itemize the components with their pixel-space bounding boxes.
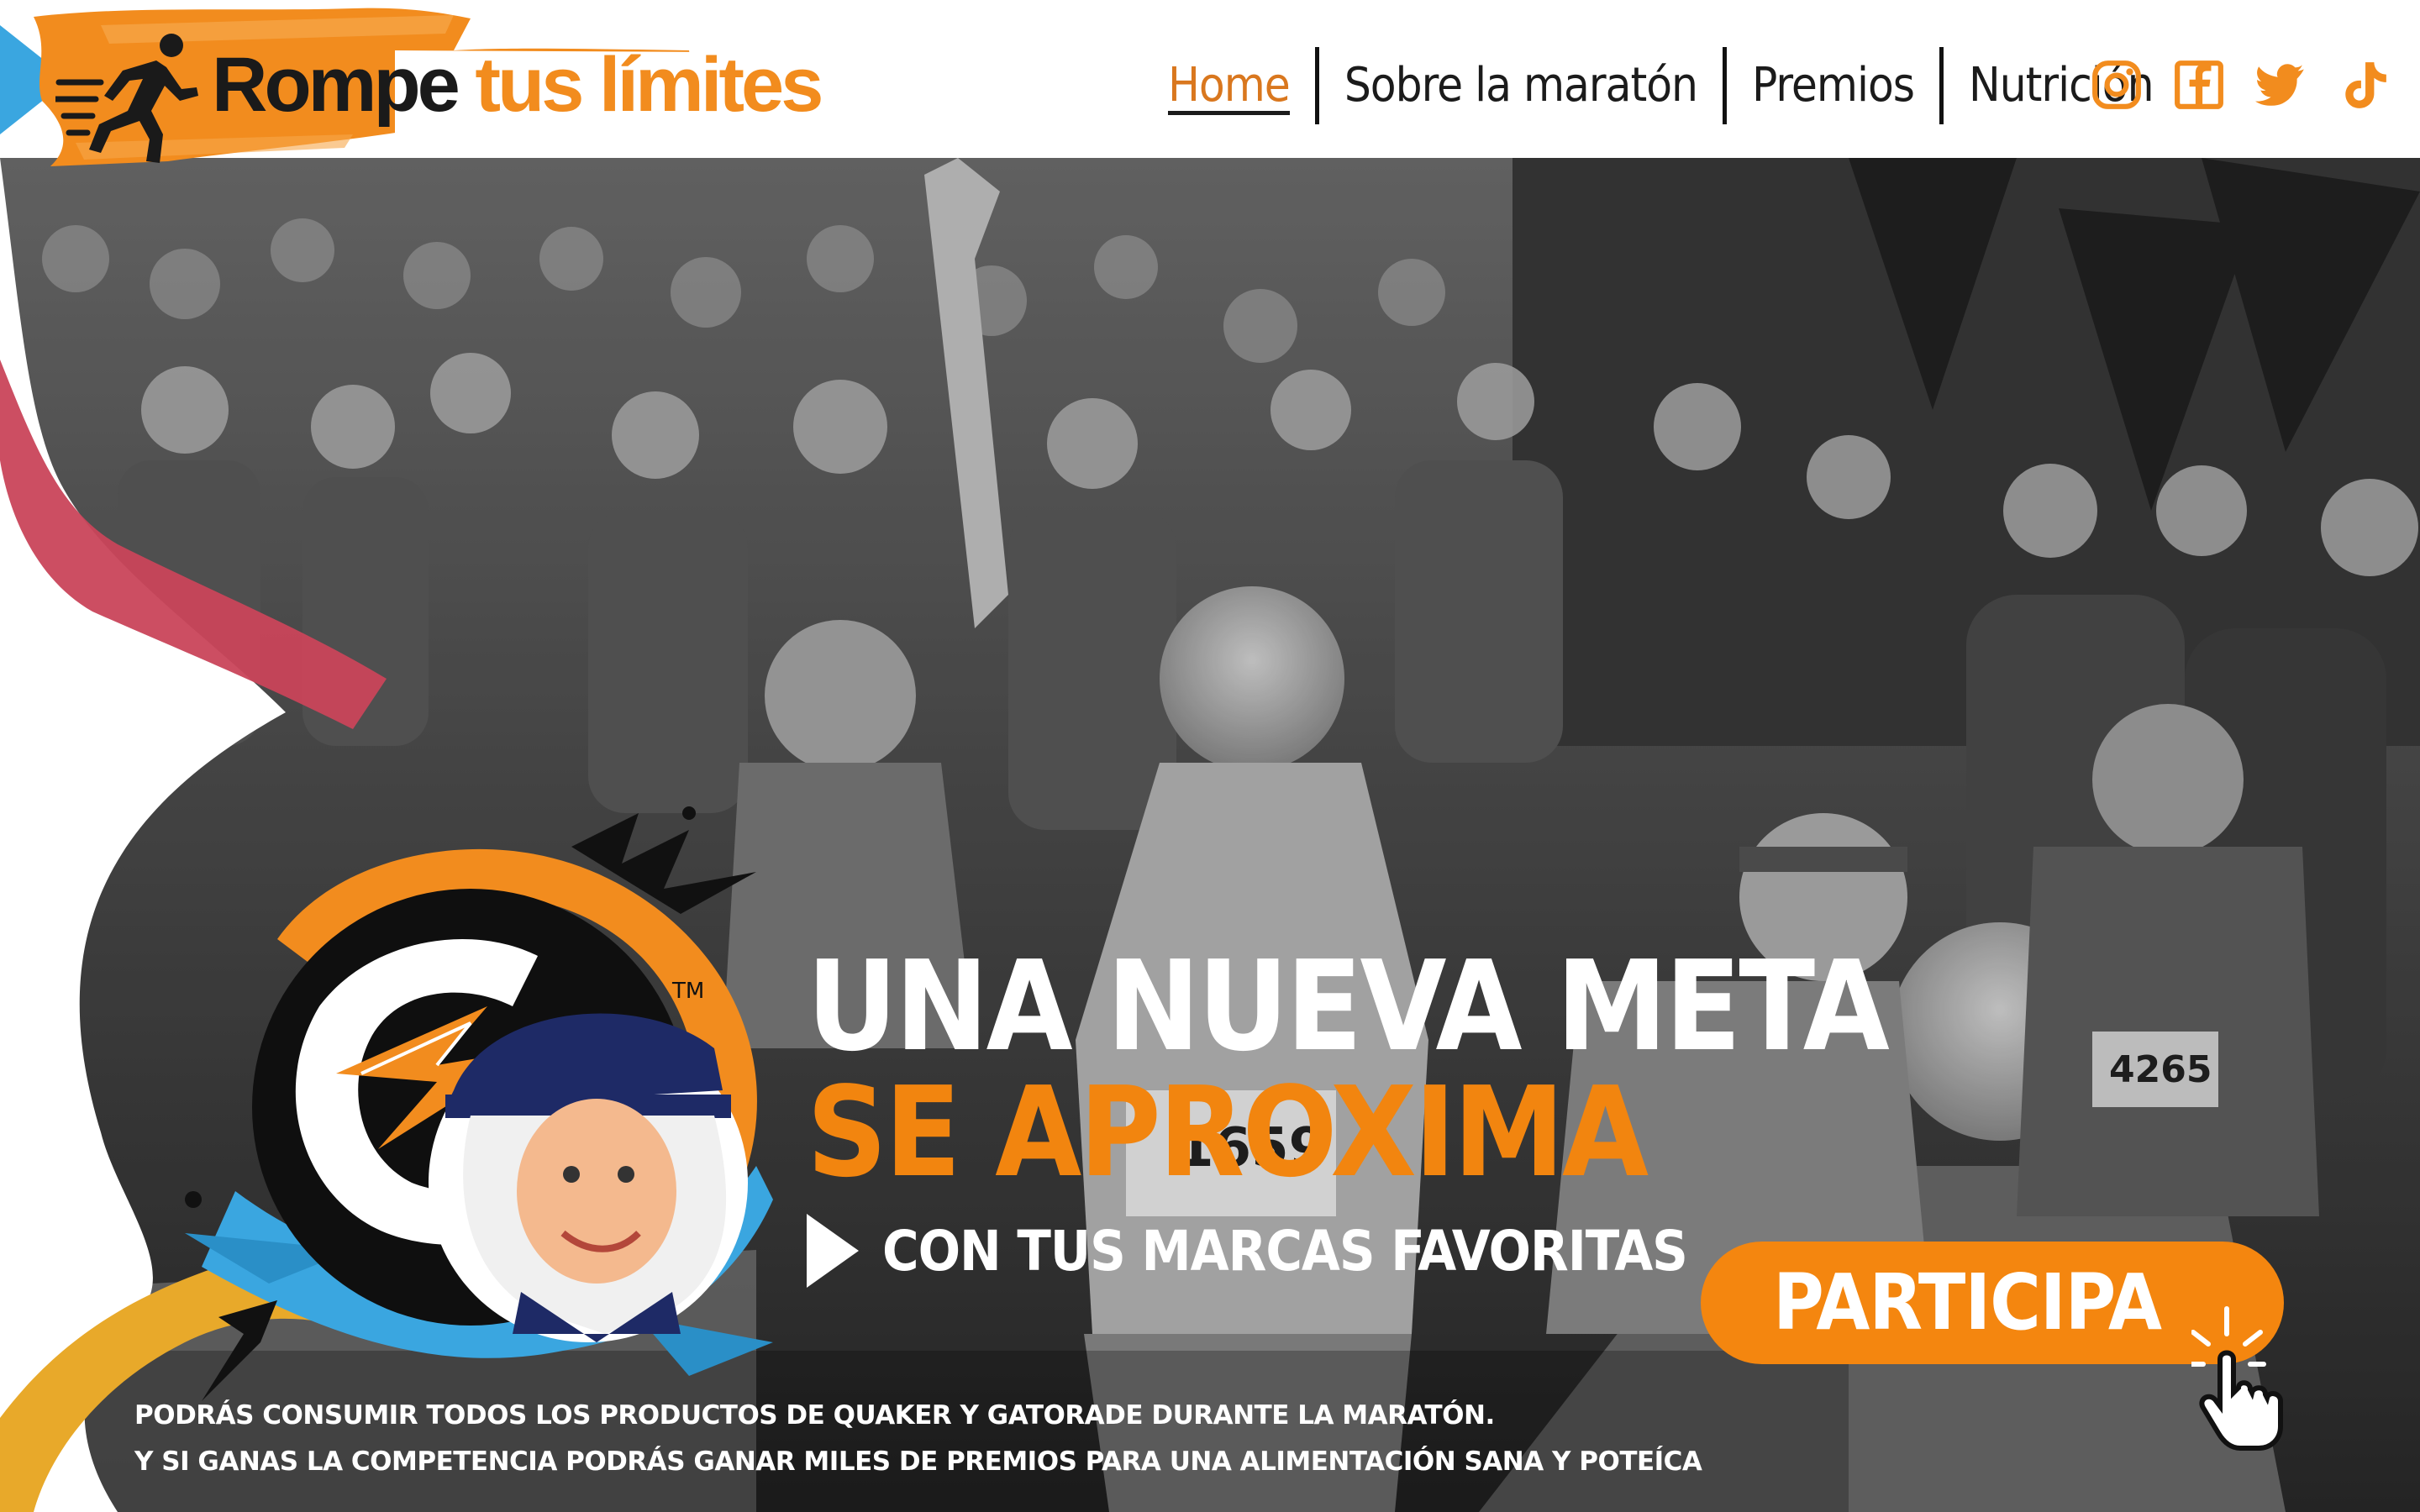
brand-name-part2: tus límites: [475, 42, 823, 128]
footer-line-1: PODRÁS CONSUMIR TODOS LOS PRODUCTOS DE Q…: [134, 1400, 1495, 1431]
footer-line-2: Y SI GANAS LA COMPETENCIA PODRÁS GANAR M…: [134, 1446, 1702, 1477]
tiktok-icon[interactable]: [2338, 59, 2390, 111]
headline-line-1: UNA NUEVA META: [807, 934, 1890, 1079]
brand-name: Rompe tus límites: [212, 39, 823, 131]
pointer-cursor-icon: [2191, 1306, 2283, 1451]
nav-premios[interactable]: Premios: [1727, 48, 1939, 123]
runner-icon: [55, 34, 198, 163]
main-nav: Home Sobre la maratón Premios Nutrición: [1143, 44, 2179, 128]
twitter-icon[interactable]: [2255, 59, 2307, 111]
instagram-icon[interactable]: [2091, 59, 2143, 111]
headline-line-2: SE APROXIMA: [807, 1060, 1649, 1205]
svg-text:TM: TM: [671, 979, 704, 1004]
subline-text: CON TUS MARCAS FAVORITAS: [882, 1218, 1688, 1284]
facebook-icon[interactable]: [2173, 59, 2225, 111]
participa-button-label: PARTICIPA: [1773, 1257, 2162, 1347]
sponsor-logos-badge: TM: [185, 806, 773, 1401]
hero-headline: UNA NUEVA META SE APROXIMA CON TUS MARCA…: [807, 934, 1890, 1288]
brand-logo[interactable]: Rompe tus límites: [0, 0, 823, 168]
play-icon: [807, 1214, 859, 1288]
hero-footer-text: PODRÁS CONSUMIR TODOS LOS PRODUCTOS DE Q…: [134, 1393, 1702, 1485]
site-header: Rompe tus límites Home Sobre la maratón …: [0, 0, 2420, 167]
hero-section: 1659 4265 TM UNA NUEVA META SE APROXIMA …: [0, 158, 2420, 1512]
social-links: [2091, 59, 2420, 111]
nav-sobre-la-maraton[interactable]: Sobre la maratón: [1319, 48, 1723, 123]
nav-home[interactable]: Home: [1143, 48, 1315, 123]
brand-name-part1: Rompe: [212, 42, 460, 128]
